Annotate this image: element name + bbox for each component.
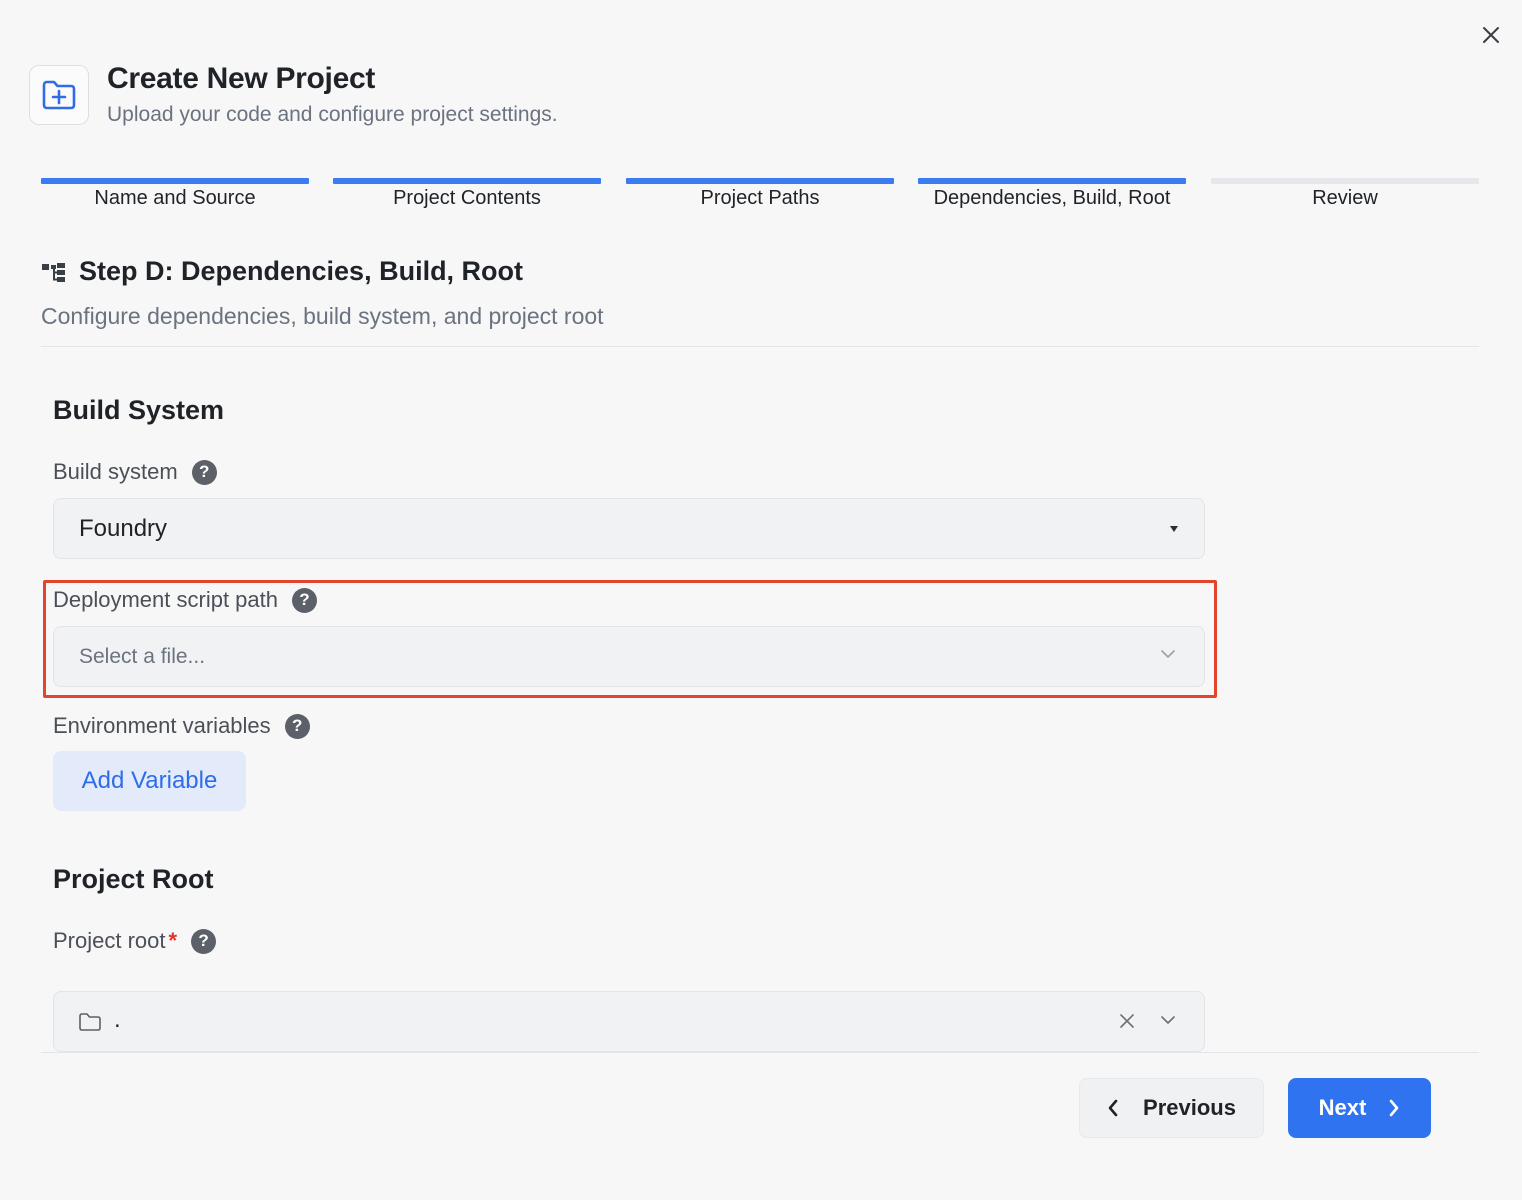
- help-icon[interactable]: ?: [191, 459, 217, 485]
- chevron-down-icon: [1161, 1016, 1175, 1024]
- chevron-left-icon: [1108, 1099, 1118, 1117]
- help-icon[interactable]: ?: [284, 713, 310, 739]
- clear-icon[interactable]: [1118, 1012, 1136, 1030]
- project-root-heading: Project Root: [53, 864, 214, 894]
- previous-button[interactable]: Previous: [1079, 1078, 1264, 1138]
- project-root-select[interactable]: .: [53, 991, 1205, 1052]
- chevron-right-icon: [1390, 1099, 1399, 1117]
- step-label: Name and Source: [94, 187, 256, 209]
- build-system-heading: Build System: [53, 395, 225, 425]
- build-system-value: Foundry: [79, 514, 168, 542]
- required-indicator: *: [168, 928, 178, 953]
- step-label: Dependencies, Build, Root: [933, 187, 1171, 209]
- step-progress-bar: [41, 178, 309, 184]
- help-icon[interactable]: ?: [292, 587, 317, 613]
- step-project-paths[interactable]: Project Paths: [626, 178, 894, 218]
- folder-icon: [79, 1013, 101, 1031]
- step-progress-bar: [918, 178, 1186, 184]
- folder-plus-icon: [42, 80, 76, 110]
- step-progress-bar: [333, 178, 601, 184]
- project-root-value: .: [114, 1006, 121, 1033]
- next-button[interactable]: Next: [1288, 1078, 1431, 1138]
- section-title: Step D: Dependencies, Build, Root: [79, 256, 524, 286]
- help-icon[interactable]: ?: [191, 928, 217, 954]
- next-label: Next: [1318, 1095, 1367, 1120]
- step-label: Project Contents: [393, 187, 541, 209]
- step-project-contents[interactable]: Project Contents: [333, 178, 601, 218]
- chevron-down-icon: [1161, 650, 1175, 658]
- caret-down-icon: [1170, 526, 1178, 532]
- deployment-script-label: Deployment script path: [53, 587, 278, 612]
- project-root-label-row: Project root * ?: [53, 928, 217, 954]
- hierarchy-icon: [42, 262, 65, 282]
- add-variable-button[interactable]: Add Variable: [53, 751, 246, 811]
- environment-variables-label: Environment variables: [53, 713, 271, 738]
- close-icon: [1483, 27, 1499, 43]
- footer-divider: [41, 1052, 1479, 1053]
- environment-variables-label-row: Environment variables ?: [53, 713, 310, 739]
- build-system-select[interactable]: Foundry: [53, 498, 1205, 559]
- deployment-script-placeholder: Select a file...: [79, 644, 206, 668]
- stepper: Name and Source Project Contents Project…: [41, 178, 1479, 218]
- dialog-subtitle: Upload your code and configure project s…: [107, 103, 558, 126]
- deployment-script-select[interactable]: Select a file...: [53, 626, 1205, 687]
- step-dependencies-build-root[interactable]: Dependencies, Build, Root: [918, 178, 1186, 218]
- step-label: Review: [1312, 187, 1378, 209]
- step-label: Project Paths: [700, 187, 820, 209]
- section-header: Step D: Dependencies, Build, Root: [41, 256, 523, 287]
- step-progress-bar: [626, 178, 894, 184]
- step-review[interactable]: Review: [1211, 178, 1479, 218]
- section-divider: [41, 346, 1479, 347]
- project-root-label: Project root: [53, 928, 166, 953]
- step-name-and-source[interactable]: Name and Source: [41, 178, 309, 218]
- close-button[interactable]: [1478, 22, 1504, 48]
- header-icon-box: [29, 65, 89, 125]
- build-system-label: Build system: [53, 459, 178, 484]
- step-progress-bar: [1211, 178, 1479, 184]
- deployment-script-label-row: Deployment script path ?: [53, 587, 317, 613]
- section-description: Configure dependencies, build system, an…: [41, 303, 604, 329]
- dialog-title: Create New Project: [107, 62, 376, 95]
- previous-label: Previous: [1143, 1095, 1236, 1120]
- build-system-label-row: Build system ?: [53, 459, 217, 485]
